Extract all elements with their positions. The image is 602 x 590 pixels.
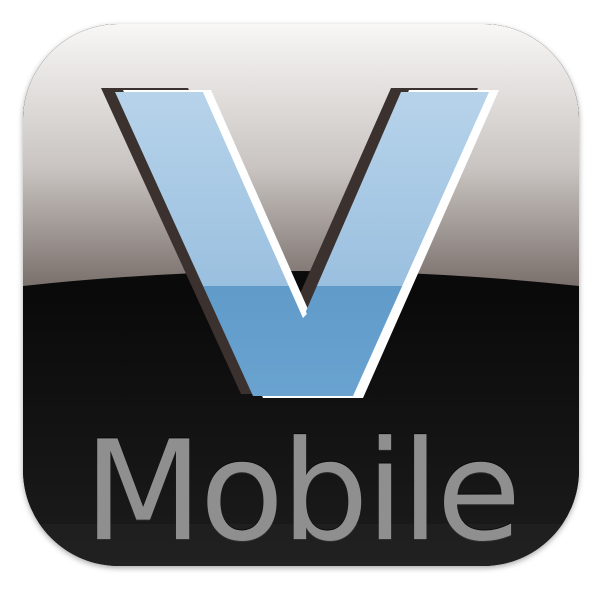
wordmark-mobile: Mobile [83, 411, 522, 566]
app-icon[interactable]: Mobile [23, 24, 579, 566]
icon-gloss [23, 24, 579, 286]
